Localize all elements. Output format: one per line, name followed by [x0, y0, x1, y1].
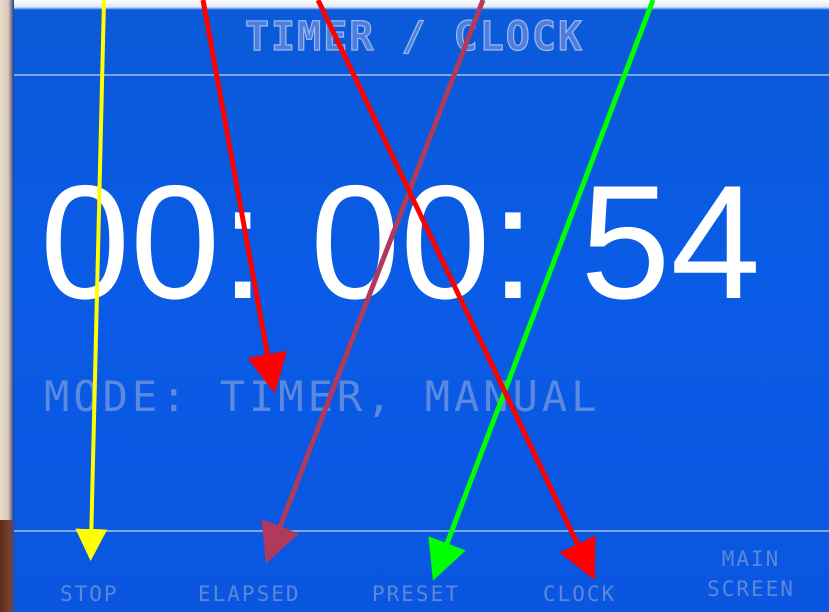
header-divider [14, 74, 829, 76]
screen-title: TIMER / CLOCK [244, 13, 585, 60]
main-screen-label-line2: SCREEN [707, 577, 795, 601]
time-display: 00: 00: 54 [40, 152, 761, 333]
mode-status: MODE: TIMER, MANUAL [44, 372, 601, 421]
preset-button[interactable]: PRESET [372, 582, 460, 606]
elapsed-button[interactable]: ELAPSED [198, 582, 301, 606]
softkey-bar: STOP ELAPSED PRESET CLOCK MAIN SCREEN [0, 536, 829, 612]
main-screen-button[interactable]: MAIN SCREEN [696, 544, 806, 604]
clock-button[interactable]: CLOCK [543, 582, 616, 606]
softkey-divider [14, 530, 829, 532]
timer-clock-screen: TIMER / CLOCK 00: 00: 54 MODE: TIMER, MA… [0, 0, 829, 612]
bezel-top [0, 0, 829, 10]
stop-button[interactable]: STOP [60, 582, 119, 606]
main-screen-label-line1: MAIN [721, 547, 781, 571]
